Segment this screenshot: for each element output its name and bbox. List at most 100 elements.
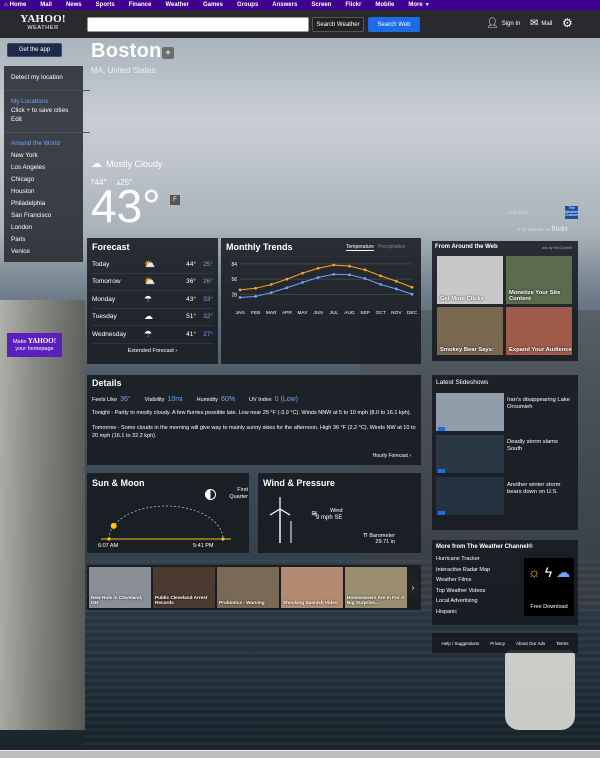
nav-home[interactable]: ⌂ Home <box>4 2 26 8</box>
sponsored-thumb[interactable]: New Rule in Cleveland, OH <box>89 567 151 608</box>
flickr-logo: flickr <box>551 226 569 233</box>
extended-forecast-link[interactable]: Extended Forecast › <box>92 348 213 354</box>
nav-groups[interactable]: Groups <box>237 2 258 8</box>
sidebar-city-venice[interactable]: Venice <box>11 248 83 255</box>
search-weather-button[interactable]: Search Weather <box>312 17 364 32</box>
nav-more[interactable]: More ▼ <box>408 2 429 8</box>
my-locations-heading[interactable]: My Locations <box>11 98 83 105</box>
chart-x-tick: JUL <box>330 310 339 316</box>
nav-games[interactable]: Games <box>203 2 223 8</box>
search-web-button[interactable]: Search Web <box>368 17 420 32</box>
sponsored-thumb[interactable]: Probiotics - Warning <box>217 567 279 608</box>
sponsored-thumb[interactable]: Public Cleveland Arrest Records <box>153 567 215 608</box>
nav-sports[interactable]: Sports <box>96 2 115 8</box>
sunset-time: 5:41 PM <box>193 543 214 549</box>
mail-label: Mail <box>541 20 553 27</box>
sidebar-city-houston[interactable]: Houston <box>11 188 83 195</box>
humidity-label: Humidity <box>196 397 219 403</box>
slideshow-caption[interactable]: Another winter storm bears down on U.S. <box>507 482 572 496</box>
windmill-blade <box>279 508 291 516</box>
sponsored-caption: Homeowners Are In For A Big Surprise... <box>347 595 405 606</box>
sponsored-caption: Probiotics - Warning <box>219 600 265 606</box>
chart-x-tick: APR <box>282 310 292 316</box>
add-city-button[interactable]: + <box>162 47 174 59</box>
slideshow-caption[interactable]: Iran's disappearing Lake Oroumieh <box>507 397 572 411</box>
nav-screen[interactable]: Screen <box>311 2 331 8</box>
make-yahoo-brand: YAHOO! <box>27 337 57 345</box>
forecast-high: 44° <box>186 260 196 268</box>
forecast-low: 32° <box>203 313 213 321</box>
chart-point <box>394 287 398 291</box>
sidebar-city-paris[interactable]: Paris <box>11 236 83 243</box>
sponsored-thumb[interactable]: Shocking Spanish Video <box>281 567 343 608</box>
ad-tile[interactable]: Expand Your Audience <box>506 307 572 355</box>
details-metrics: Feels Like 36° Visibility 10mi Humidity 60%… <box>92 396 416 403</box>
get-app-button[interactable]: Get the app <box>7 43 62 57</box>
chart-point <box>332 263 336 267</box>
tab-temperature[interactable]: Temperature <box>346 244 375 251</box>
forecast-panel: Forecast Today ⛅ 44° 25° Tomorrow ⛅ 36° … <box>87 238 218 364</box>
make-label: Make <box>12 339 27 345</box>
trends-tabs: Temperature Precipitation <box>346 244 406 251</box>
free-download-button[interactable]: ☼ ϟ ☁ Free Download <box>524 558 574 616</box>
horizontal-scrollbar[interactable] <box>0 750 600 758</box>
sidebar-city-london[interactable]: London <box>11 224 83 231</box>
humidity-value: 60% <box>221 396 236 403</box>
forecast-high: 43° <box>186 295 196 303</box>
nav-mail[interactable]: Mail <box>40 2 52 8</box>
forecast-row[interactable]: Today ⛅ 44° 25° <box>92 256 213 274</box>
footer-link-ads[interactable]: About Our Ads <box>516 641 545 646</box>
forecast-row[interactable]: Tuesday ☁ 51° 32° <box>92 309 213 326</box>
sidebar-city-philadelphia[interactable]: Philadelphia <box>11 200 83 207</box>
hourly-forecast-link[interactable]: Hourly Forecast › <box>373 453 411 459</box>
unit-toggle-button[interactable]: F <box>170 195 180 205</box>
forecast-row[interactable]: Tomorrow ⛅ 36° 26° <box>92 274 213 291</box>
sponsored-thumb[interactable]: Homeowners Are In For A Big Surprise... <box>345 567 407 608</box>
gear-icon[interactable]: ⚙ <box>562 16 573 30</box>
slideshow-thumb[interactable] <box>436 477 504 515</box>
sidebar: Detect my location My Locations Click + … <box>4 66 90 262</box>
ad-tile[interactable]: Monetize Your Site Content <box>506 256 572 304</box>
current-temperature: 43° <box>91 180 161 232</box>
yahoo-weather-logo[interactable]: YAHOO! WEATHER <box>20 14 66 32</box>
sidebar-divider <box>4 132 90 133</box>
photo-credit[interactable]: # by katerain on flickr <box>518 226 568 233</box>
sidebar-city-los-angeles[interactable]: Los Angeles <box>11 164 83 171</box>
chevron-right-icon[interactable]: › <box>408 577 418 597</box>
signin-link[interactable]: 👤︎ Sign In <box>486 18 520 29</box>
nav-home-label: Home <box>9 2 27 8</box>
tab-precipitation[interactable]: Precipitation <box>378 244 406 251</box>
nav-answers[interactable]: Answers <box>272 2 297 8</box>
chart-point <box>332 272 336 276</box>
slideshows-title: Latest Slideshows <box>436 379 489 386</box>
nav-mobile[interactable]: Mobile <box>375 2 394 8</box>
forecast-row[interactable]: Wednesday ☂ 41° 27° <box>92 326 213 344</box>
ad-tile[interactable]: Get More Clicks <box>437 256 503 304</box>
search-input[interactable] <box>87 17 309 32</box>
make-homepage-button[interactable]: Make YAHOO! your homepage <box>7 333 62 357</box>
around-world-heading[interactable]: Around the World <box>11 140 83 147</box>
nav-weather[interactable]: Weather <box>165 2 189 8</box>
sidebar-city-chicago[interactable]: Chicago <box>11 176 83 183</box>
sidebar-city-san-francisco[interactable]: San Francisco <box>11 212 83 219</box>
chart-point <box>410 292 414 296</box>
footer-link-terms[interactable]: Terms <box>556 641 568 646</box>
ad-tile[interactable]: Smokey Bear Says: <box>437 307 503 355</box>
footer-link-privacy[interactable]: Privacy <box>490 641 505 646</box>
my-locations-section: My Locations Click + to save cities Edit <box>11 98 83 123</box>
mail-link[interactable]: ✉ Mail <box>530 18 552 29</box>
nav-news[interactable]: News <box>66 2 82 8</box>
slideshow-caption[interactable]: Deadly storm slams South <box>507 439 572 453</box>
slideshow-thumb[interactable] <box>436 393 504 431</box>
sidebar-city-new-york[interactable]: New York <box>11 152 83 159</box>
edit-locations-link[interactable]: Edit <box>11 116 83 123</box>
free-download-label: Free Download <box>530 604 568 610</box>
twc-logo[interactable]: The Weather Channel <box>565 206 578 219</box>
footer-link-help[interactable]: Help / Suggestions <box>441 641 479 646</box>
forecast-row[interactable]: Monday ☂ 43° 33° <box>92 291 213 309</box>
nav-finance[interactable]: Finance <box>129 2 152 8</box>
chart-point <box>285 277 289 281</box>
slideshow-thumb[interactable] <box>436 435 504 473</box>
nav-flickr[interactable]: Flickr <box>345 2 361 8</box>
detect-location-link[interactable]: Detect my location <box>11 74 83 81</box>
